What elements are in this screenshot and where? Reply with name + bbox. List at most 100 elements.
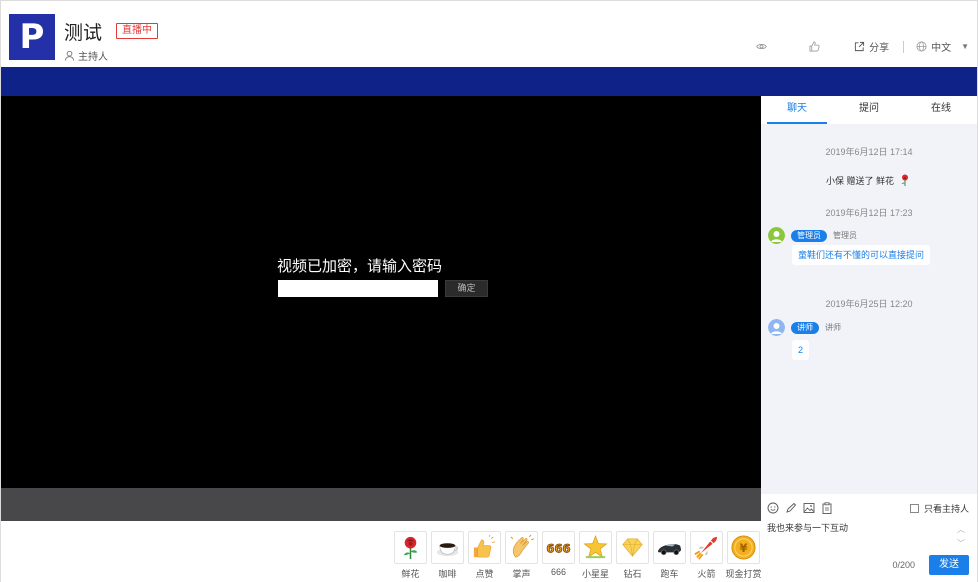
- gift-item-666[interactable]: 666 666: [542, 531, 575, 580]
- gift-box: [616, 531, 649, 564]
- diamond-icon: [622, 538, 643, 557]
- clap-icon: [510, 534, 535, 558]
- user-icon: [64, 50, 75, 61]
- sender-name: 讲师: [825, 323, 841, 332]
- avatar: [768, 319, 785, 336]
- host-only-checkbox[interactable]: [909, 504, 919, 513]
- gift-label: 掌声: [512, 569, 531, 579]
- share-icon: [854, 41, 865, 52]
- svg-text:666: 666: [546, 541, 570, 555]
- rocket-icon: [694, 536, 718, 560]
- language-label: 中文: [931, 43, 952, 54]
- six-six-six-icon: 666: [546, 541, 571, 556]
- sender-name: 管理员: [833, 231, 857, 240]
- language-select[interactable]: 中文 ▼: [916, 39, 969, 54]
- gift-bar: 鲜花 咖啡 点赞 掌声 666 666 小星星 钻石 跑车 火箭 ¥ 现金打赏: [1, 521, 762, 582]
- gift-item-thumbs-up[interactable]: 点赞: [468, 531, 501, 580]
- message-bubble: 2: [792, 340, 809, 360]
- gift-item-flower[interactable]: 鲜花: [394, 531, 427, 580]
- gift-list: 鲜花 咖啡 点赞 掌声 666 666 小星星 钻石 跑车 火箭 ¥ 现金打赏: [394, 531, 762, 580]
- chat-messages: 2019年6月12日 17:14 小保 赠送了 鲜花 2019年6月12日 17…: [761, 124, 977, 494]
- character-counter: 0/200: [892, 560, 915, 570]
- header-actions: 分享 中文 ▼: [756, 39, 969, 54]
- sidebar-tabs: 聊天 提问 在线: [761, 96, 977, 124]
- logo-glyph: P: [19, 17, 45, 57]
- thumbs-up-icon: [473, 534, 496, 558]
- clipboard-icon[interactable]: [821, 502, 833, 514]
- thumbs-up-icon: [809, 41, 820, 52]
- divider: [903, 40, 905, 53]
- role-badge: 管理员: [791, 229, 827, 242]
- gift-item-cash-reward[interactable]: ¥ 现金打赏: [726, 531, 762, 580]
- message-bubble: 童鞋们还有不懂的可以直接提问: [792, 245, 930, 265]
- host-label: 主持人: [78, 52, 108, 63]
- page-title: 测试: [64, 23, 103, 44]
- message-header: 管理员 管理员: [768, 227, 857, 244]
- chevron-down-icon[interactable]: ﹀: [957, 538, 965, 549]
- banner-bar: [1, 67, 977, 96]
- video-player: 视频已加密，请输入密码 确定: [1, 96, 761, 488]
- coffee-icon: [436, 543, 459, 557]
- gift-box: [690, 531, 723, 564]
- chat-input-area: 只看主持人 ︿ ﹀ 0/200 发送: [761, 494, 977, 582]
- emoji-icon[interactable]: [767, 502, 779, 514]
- role-badge: 讲师: [791, 321, 819, 334]
- globe-icon: [916, 41, 927, 52]
- gift-label: 跑车: [660, 569, 679, 579]
- gift-label: 鲜花: [401, 569, 420, 579]
- gift-box: [431, 531, 464, 564]
- password-input[interactable]: [278, 280, 438, 297]
- gift-item-rocket[interactable]: 火箭: [690, 531, 723, 580]
- live-status-badge: 直播中: [116, 23, 158, 39]
- image-icon[interactable]: [803, 502, 815, 514]
- password-prompt: 视频已加密，请输入密码: [277, 257, 443, 275]
- player-control-bar: [1, 488, 761, 521]
- chat-message-input[interactable]: [767, 521, 947, 557]
- viewers-button[interactable]: [756, 41, 767, 52]
- chat-toolbar: [767, 502, 833, 514]
- message-timestamp: 2019年6月12日 17:23: [825, 208, 913, 218]
- confirm-button[interactable]: 确定: [445, 280, 488, 297]
- star-icon: [583, 534, 608, 559]
- send-button[interactable]: 发送: [929, 555, 969, 575]
- coin-icon: ¥: [731, 535, 756, 560]
- lecturer-avatar-icon: [768, 319, 785, 336]
- gift-box: ¥: [727, 531, 760, 564]
- gift-item-clap[interactable]: 掌声: [505, 531, 538, 580]
- gift-item-diamond[interactable]: 钻石: [616, 531, 649, 580]
- sports-car-icon: [657, 543, 682, 556]
- tab-questions[interactable]: 提问: [833, 96, 905, 124]
- live-room-page: P 测试 直播中 主持人 分享 中文 ▼ 视频已加密，请输入密码 确定 鲜花 咖…: [0, 0, 978, 582]
- gift-box: [394, 531, 427, 564]
- logo: P: [9, 14, 55, 60]
- gift-notification-text: 小保 赠送了 鲜花: [825, 175, 894, 186]
- gift-box: [579, 531, 612, 564]
- host-only-label: 只看主持人: [923, 504, 969, 514]
- tab-online[interactable]: 在线: [905, 96, 977, 124]
- flower-icon: [901, 174, 908, 186]
- tab-chat[interactable]: 聊天: [761, 96, 833, 124]
- gift-label: 小星星: [581, 569, 609, 579]
- message-timestamp: 2019年6月12日 17:14: [825, 147, 913, 157]
- gift-label: 666: [550, 567, 567, 577]
- gift-box: 666: [542, 531, 575, 564]
- share-button[interactable]: 分享: [854, 39, 889, 54]
- gift-box: [653, 531, 686, 564]
- message-header: 讲师 讲师: [768, 319, 841, 336]
- chevron-up-icon[interactable]: ︿: [957, 524, 965, 535]
- gift-label: 咖啡: [438, 569, 457, 579]
- gift-item-coffee[interactable]: 咖啡: [431, 531, 464, 580]
- brush-icon[interactable]: [785, 502, 797, 514]
- flower-icon: [403, 536, 418, 560]
- gift-item-sports-car[interactable]: 跑车: [653, 531, 686, 580]
- chat-sidebar: 聊天 提问 在线 2019年6月12日 17:14 小保 赠送了 鲜花 2019…: [761, 96, 977, 582]
- share-label: 分享: [869, 43, 890, 54]
- avatar: [768, 227, 785, 244]
- eye-icon: [756, 44, 767, 49]
- gift-label: 点赞: [475, 569, 494, 579]
- like-button[interactable]: [809, 41, 820, 52]
- chevron-down-icon: ▼: [961, 42, 969, 51]
- host-only-toggle[interactable]: 只看主持人: [909, 502, 969, 515]
- gift-item-star[interactable]: 小星星: [579, 531, 612, 580]
- gift-box: [468, 531, 501, 564]
